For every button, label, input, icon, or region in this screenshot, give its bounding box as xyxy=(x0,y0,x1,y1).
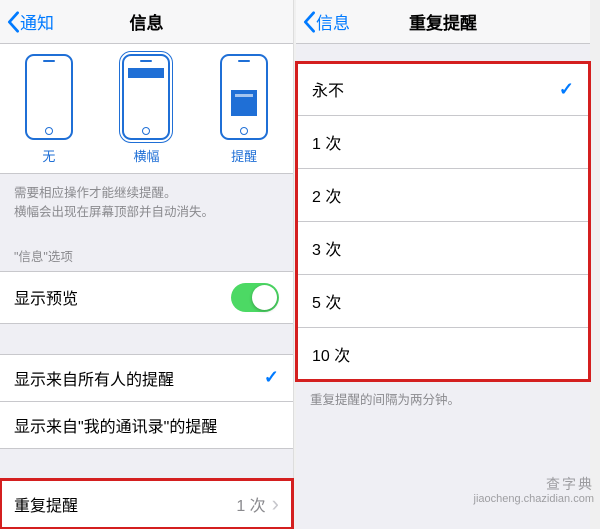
nav-back-messages[interactable]: 信息 xyxy=(296,9,350,34)
messages-settings-screen: 通知 信息 无 横幅 提醒 xyxy=(0,0,294,529)
alert-style-alert[interactable]: 提醒 xyxy=(204,54,284,165)
alert-style-picker: 无 横幅 提醒 xyxy=(0,44,293,174)
chevron-left-icon xyxy=(6,11,20,33)
alerts-contacts-cell[interactable]: 显示来自"我的通讯录"的提醒 xyxy=(0,401,293,449)
show-preview-switch[interactable] xyxy=(231,283,279,312)
repeat-option-label: 永不 xyxy=(312,77,344,101)
show-preview-cell[interactable]: 显示预览 xyxy=(0,271,293,324)
alert-style-note: 需要相应操作才能继续提醒。 横幅会出现在屏幕顶部并自动消失。 xyxy=(0,174,293,232)
alert-style-alert-label: 提醒 xyxy=(204,146,284,165)
repeat-option-label: 2 次 xyxy=(312,183,341,207)
alert-style-banner[interactable]: 横幅 xyxy=(106,54,186,165)
repeat-option-label: 5 次 xyxy=(312,289,341,313)
navbar-left: 通知 信息 xyxy=(0,0,293,44)
alerts-everyone-cell[interactable]: 显示来自所有人的提醒 ✓ xyxy=(0,354,293,401)
alert-style-none[interactable]: 无 xyxy=(9,54,89,165)
repeat-option-label: 1 次 xyxy=(312,130,341,154)
repeat-options-list: 永不 ✓ 1 次 2 次 3 次 5 次 10 次 xyxy=(296,62,590,381)
repeat-alerts-label: 重复提醒 xyxy=(14,492,78,516)
note-line-2: 横幅会出现在屏幕顶部并自动消失。 xyxy=(14,203,279,222)
watermark: 查字典 jiaocheng.chazidian.com xyxy=(474,476,594,506)
repeat-option-never[interactable]: 永不 ✓ xyxy=(296,62,590,115)
phone-preview-banner xyxy=(122,54,170,140)
options-group-header: "信息"选项 xyxy=(0,232,293,271)
alerts-everyone-label: 显示来自所有人的提醒 xyxy=(14,366,174,390)
navbar-right: 信息 重复提醒 xyxy=(296,0,590,44)
watermark-ch: 查字典 xyxy=(474,476,594,493)
alert-style-none-label: 无 xyxy=(9,146,89,165)
nav-back-notifications[interactable]: 通知 xyxy=(0,9,54,34)
note-line-1: 需要相应操作才能继续提醒。 xyxy=(14,184,279,203)
checkmark-icon: ✓ xyxy=(264,367,279,388)
alert-style-banner-label: 横幅 xyxy=(106,146,186,165)
nav-back-label: 通知 xyxy=(20,9,54,34)
chevron-right-icon: › xyxy=(272,491,279,517)
chevron-left-icon xyxy=(302,11,316,33)
watermark-en: jiaocheng.chazidian.com xyxy=(474,493,594,506)
repeat-option-2[interactable]: 2 次 xyxy=(296,168,590,221)
repeat-option-5[interactable]: 5 次 xyxy=(296,274,590,327)
repeat-footer-note: 重复提醒的间隔为两分钟。 xyxy=(296,381,590,420)
phone-preview-none xyxy=(25,54,73,140)
alerts-contacts-label: 显示来自"我的通讯录"的提醒 xyxy=(14,413,217,437)
repeat-alerts-cell[interactable]: 重复提醒 1 次 › xyxy=(0,479,293,529)
repeat-option-3[interactable]: 3 次 xyxy=(296,221,590,274)
show-preview-label: 显示预览 xyxy=(14,285,78,309)
repeat-alerts-value: 1 次 xyxy=(236,492,265,516)
repeat-option-label: 10 次 xyxy=(312,342,350,366)
nav-back-label-right: 信息 xyxy=(316,9,350,34)
repeat-option-10[interactable]: 10 次 xyxy=(296,327,590,381)
repeat-option-label: 3 次 xyxy=(312,236,341,260)
repeat-option-1[interactable]: 1 次 xyxy=(296,115,590,168)
checkmark-icon: ✓ xyxy=(559,79,574,100)
repeat-alerts-screen: 信息 重复提醒 永不 ✓ 1 次 2 次 3 次 5 次 10 次 xyxy=(296,0,590,529)
phone-preview-alert xyxy=(220,54,268,140)
